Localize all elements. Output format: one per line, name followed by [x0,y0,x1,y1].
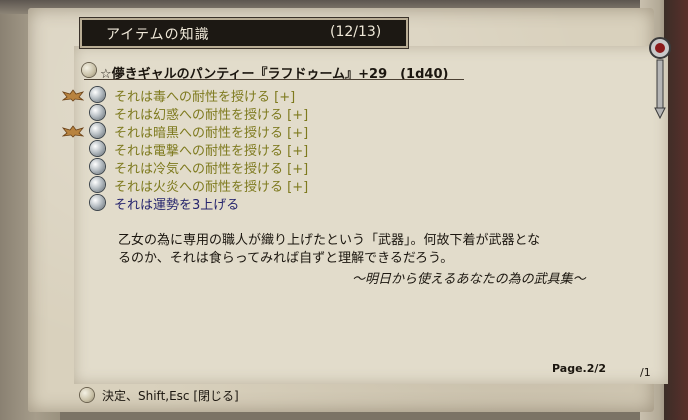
effect-row: それは毒への耐性を授ける [+] [90,86,390,105]
flavor-text: 〜明日から使えるあなたの為の武具集〜 [352,272,586,287]
item-description: 乙女の為に専用の職人が織り上げたという「武器」。何故下着が武器とな るのか、それ… [118,232,618,268]
effect-text: それは電撃への耐性を授ける [+] [114,144,309,159]
effect-text: それは毒への耐性を授ける [+] [114,90,296,105]
effect-text: それは冷気への耐性を授ける [+] [114,162,309,177]
description-line: るのか、それは食らってみれば自ずと理解できるだろう。 [118,251,454,266]
effect-text: それは火炎への耐性を授ける [+] [114,180,309,195]
divider [84,79,464,80]
hint-icon [80,388,94,402]
orb-icon [90,87,105,102]
orb-icon [90,159,105,174]
item-header: ☆儚きギャルのパンティー『ラフドゥーム』+29 (1d40) [84,62,466,82]
effect-row: それは幻惑への耐性を授ける [+] [90,104,390,123]
effect-row: それは運勢を3上げる [90,194,390,213]
orb-icon [90,105,105,120]
effect-text: それは幻惑への耐性を授ける [+] [114,108,309,123]
effect-text: それは運勢を3上げる [114,198,240,213]
crest-icon [62,89,84,102]
help-bar: 決定、Shift,Esc [閉じる] [80,386,600,404]
description-line: 乙女の為に専用の職人が織り上げたという「武器」。何故下着が武器とな [118,233,541,248]
orb-icon [90,195,105,210]
effect-row: それは冷気への耐性を授ける [+] [90,158,390,177]
ornament-icon [649,37,671,120]
orb-icon [90,123,105,138]
effect-row: それは電撃への耐性を授ける [+] [90,140,390,159]
effect-row: それは暗黒への耐性を授ける [+] [90,122,390,141]
window-title-bar: アイテムの知識 (12/13) [80,18,408,48]
crest-icon [62,125,84,138]
orb-icon [90,141,105,156]
effect-row: それは火炎への耐性を授ける [+] [90,176,390,195]
window-title: アイテムの知識 [106,27,210,43]
help-text: 決定、Shift,Esc [閉じる] [102,389,239,403]
page-indicator: Page.2/2 [552,362,607,375]
effect-text: それは暗黒への耐性を授ける [+] [114,126,309,141]
side-fraction: /1 [640,366,651,379]
orb-icon [90,177,105,192]
item-counter: (12/13) [330,24,382,40]
